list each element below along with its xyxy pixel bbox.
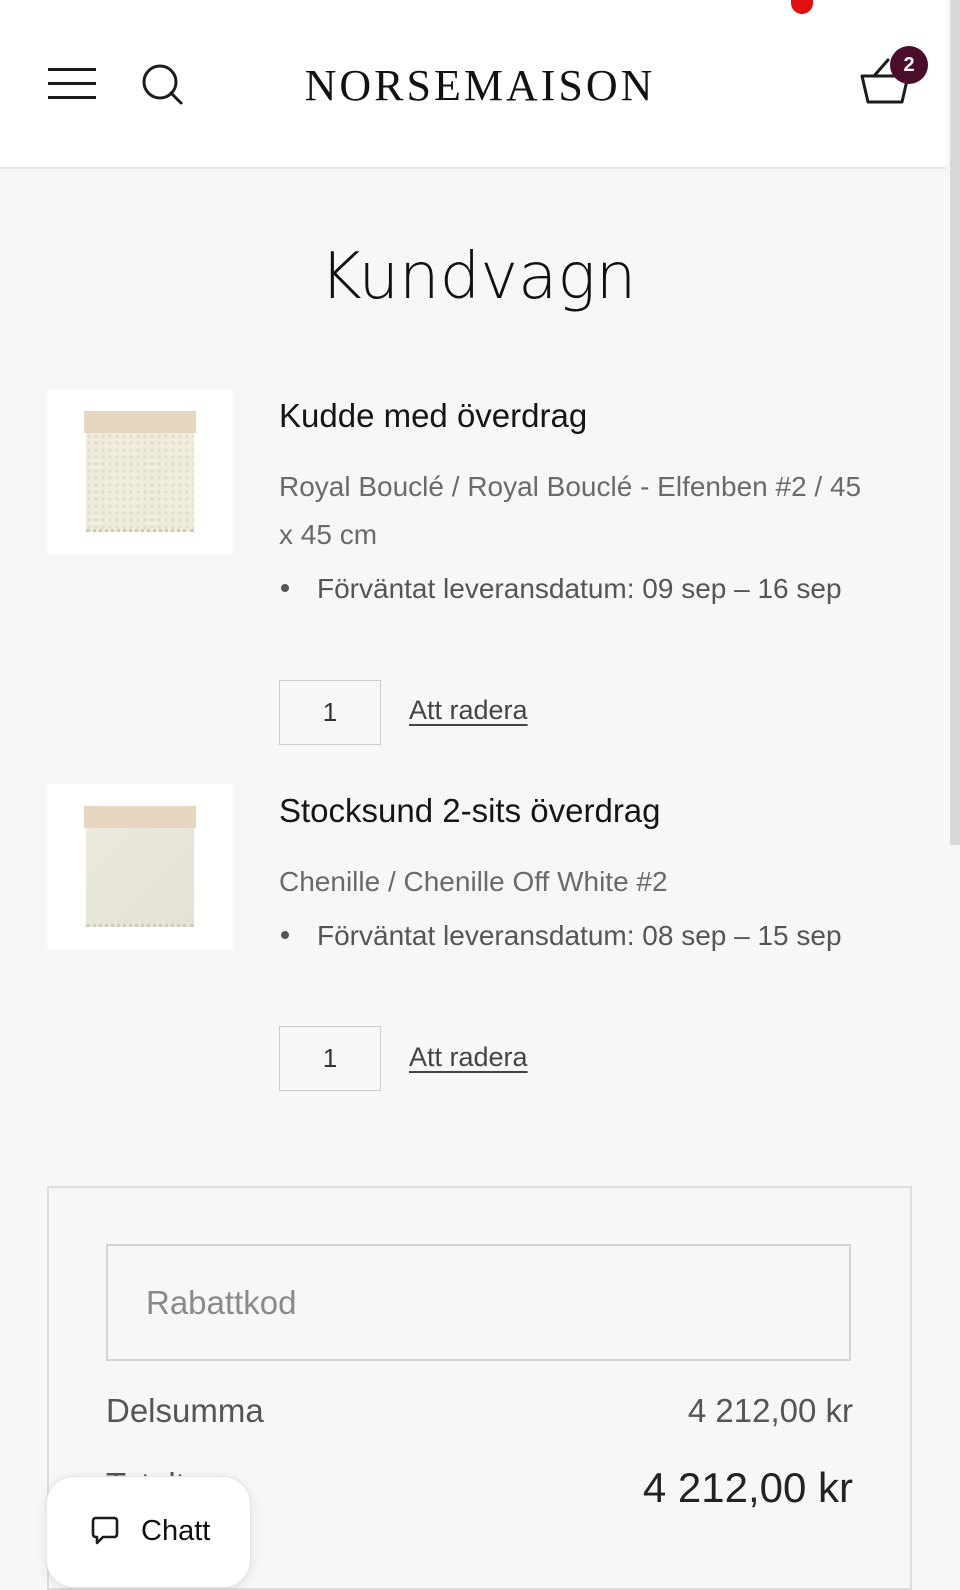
delivery-text: Förväntat leveransdatum: 09 sep – 16 sep — [317, 573, 842, 604]
item-variant: Chenille / Chenille Off White #2 — [279, 866, 668, 897]
chat-bubble-icon — [89, 1515, 121, 1547]
chat-button[interactable]: Chatt — [46, 1476, 251, 1588]
bullet-icon — [281, 931, 289, 940]
brand-logo[interactable]: NORSEMAISON — [290, 60, 670, 111]
search-icon[interactable] — [140, 62, 184, 106]
delivery-estimate: Förväntat leveransdatum: 08 sep – 15 sep — [279, 911, 879, 960]
fabric-swatch-image — [84, 806, 196, 927]
quantity-input[interactable]: 1 — [279, 680, 381, 745]
delivery-text: Förväntat leveransdatum: 08 sep – 15 sep — [317, 920, 842, 951]
product-thumbnail[interactable] — [47, 389, 233, 554]
item-title[interactable]: Kudde med överdrag — [279, 397, 587, 435]
hamburger-menu-icon[interactable] — [48, 66, 98, 102]
cart-count-badge: 2 — [890, 46, 928, 84]
site-header: NORSEMAISON 2 — [0, 0, 946, 169]
discount-code-input[interactable]: Rabattkod — [106, 1244, 851, 1361]
subtotal-value: 4 212,00 kr — [687, 1392, 853, 1429]
remove-item-link[interactable]: Att radera — [409, 695, 528, 726]
bullet-icon — [281, 584, 289, 593]
item-title[interactable]: Stocksund 2-sits överdrag — [279, 792, 661, 830]
delivery-estimate: Förväntat leveransdatum: 09 sep – 16 sep — [279, 564, 879, 613]
product-thumbnail[interactable] — [47, 784, 233, 949]
item-variant: Royal Bouclé / Royal Bouclé - Elfenben #… — [279, 471, 862, 550]
fabric-swatch-image — [84, 411, 196, 532]
quantity-input[interactable]: 1 — [279, 1026, 381, 1091]
remove-item-link[interactable]: Att radera — [409, 1042, 528, 1073]
subtotal-label: Delsumma — [106, 1392, 264, 1429]
scrollbar[interactable] — [950, 0, 960, 845]
total-value: 4 212,00 kr — [642, 1464, 853, 1511]
chat-label: Chatt — [141, 1515, 211, 1547]
page-title: Kundvagn — [319, 240, 637, 314]
